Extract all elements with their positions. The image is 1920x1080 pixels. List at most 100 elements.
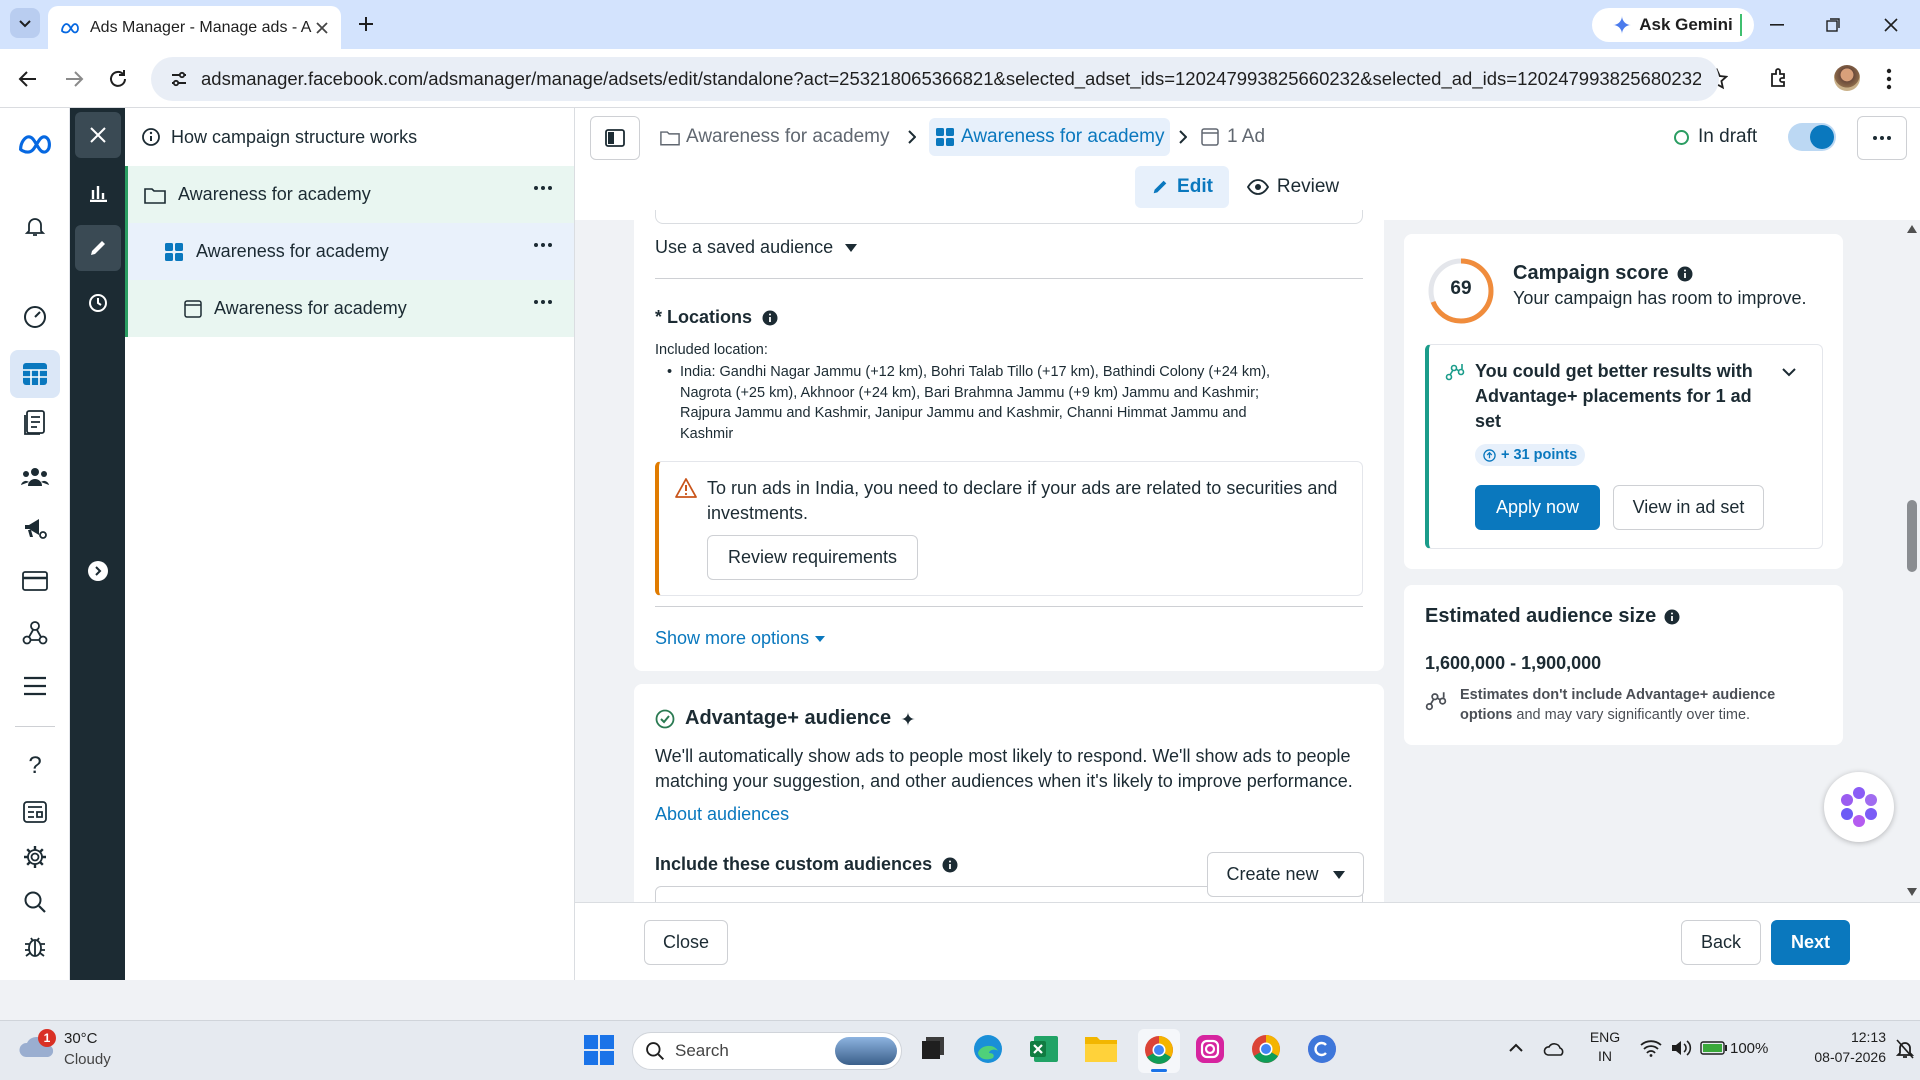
account-overview-button[interactable] (15, 297, 55, 337)
info-filled-icon[interactable] (762, 310, 778, 326)
back-button[interactable]: Back (1681, 920, 1761, 965)
charts-button[interactable] (75, 170, 121, 216)
breadcrumb-ad[interactable]: 1 Ad (1178, 126, 1265, 148)
scroll-down-icon[interactable] (1907, 888, 1917, 896)
chrome-profile-app[interactable] (1250, 1033, 1282, 1065)
news-button[interactable] (15, 792, 55, 832)
page-bottom-area (0, 980, 1920, 1020)
scroll-up-icon[interactable] (1907, 225, 1917, 233)
edge-app[interactable] (972, 1033, 1004, 1065)
meta-logo[interactable] (15, 124, 55, 164)
all-tools-button[interactable] (15, 666, 55, 706)
draft-toggle[interactable] (1788, 123, 1836, 151)
chrome-app-active[interactable] (1138, 1029, 1180, 1073)
report-problem-button[interactable] (15, 926, 55, 966)
advertising-settings-button[interactable] (15, 508, 55, 548)
task-view-button[interactable] (918, 1033, 950, 1065)
about-audiences-link[interactable]: About audiences (655, 804, 789, 825)
window-close-button[interactable] (1876, 12, 1906, 38)
address-bar[interactable]: adsmanager.facebook.com/adsmanager/manag… (151, 57, 1719, 101)
edit-mode-button[interactable] (75, 225, 121, 271)
wifi-icon[interactable] (1640, 1039, 1662, 1057)
weather-widget[interactable]: 1 (18, 1029, 58, 1067)
tab-search-button[interactable] (10, 8, 40, 38)
input-language[interactable]: ENG IN (1588, 1029, 1622, 1064)
file-explorer-app[interactable] (1084, 1033, 1118, 1063)
speaker-icon[interactable] (1670, 1038, 1692, 1058)
tree-item-adset[interactable]: Awareness for academy (125, 223, 574, 280)
edit-tab[interactable]: Edit (1135, 166, 1229, 208)
chevron-up-icon[interactable] (1508, 1043, 1524, 1053)
saved-audience-dropdown[interactable]: Use a saved audience (655, 237, 858, 258)
windows-taskbar: 1 30°C Cloudy Search ENG IN 100% 12:13 0… (0, 1020, 1920, 1080)
search-button[interactable] (15, 882, 55, 922)
maximize-button[interactable] (1818, 12, 1848, 38)
show-more-options[interactable]: Show more options (655, 628, 826, 649)
campaign-structure-help[interactable]: How campaign structure works (125, 108, 574, 166)
breadcrumb-campaign[interactable]: Awareness for academy (686, 126, 889, 148)
gemini-spark-icon (1613, 16, 1632, 34)
taskbar-search[interactable]: Search (632, 1032, 902, 1070)
events-manager-button[interactable] (15, 613, 55, 653)
site-info-icon[interactable] (169, 69, 189, 89)
notification-bell-icon[interactable] (1896, 1039, 1914, 1059)
settings-button[interactable] (15, 837, 55, 877)
breadcrumb-adset[interactable]: Awareness for academy (929, 118, 1171, 156)
restore-icon (1826, 18, 1840, 32)
back-arrow-icon[interactable] (18, 69, 38, 89)
battery-icon[interactable] (1700, 1040, 1728, 1056)
notifications-button[interactable] (15, 206, 55, 246)
view-in-ad-set-button[interactable]: View in ad set (1613, 485, 1764, 530)
chevron-down-icon (19, 20, 31, 28)
more-options-icon[interactable] (534, 186, 552, 190)
bullet: • (667, 364, 673, 380)
close-icon[interactable] (315, 21, 329, 35)
review-requirements-button[interactable]: Review requirements (707, 535, 918, 580)
ask-gemini-button[interactable]: Ask Gemini (1592, 8, 1754, 42)
campaigns-button[interactable] (10, 350, 60, 398)
start-button[interactable] (584, 1035, 614, 1065)
next-button[interactable]: Next (1771, 920, 1850, 965)
clock[interactable]: 12:13 08-07-2026 (1810, 1029, 1886, 1065)
extensions-icon[interactable] (1768, 67, 1790, 89)
more-actions-button[interactable] (1857, 116, 1907, 160)
ask-gemini-label: Ask Gemini (1639, 15, 1733, 34)
excel-app[interactable] (1028, 1033, 1060, 1065)
close-button[interactable]: Close (644, 920, 728, 965)
audiences-button[interactable] (15, 456, 55, 496)
chevron-right-icon (88, 561, 108, 581)
expand-panel-button[interactable] (75, 548, 121, 594)
info-filled-icon[interactable] (1664, 609, 1680, 625)
info-filled-icon[interactable] (942, 857, 958, 873)
tree-item-campaign[interactable]: Awareness for academy (125, 166, 574, 223)
minimize-button[interactable] (1762, 14, 1792, 36)
new-tab-button[interactable] (352, 10, 380, 38)
caret-down-icon (845, 243, 858, 252)
forward-arrow-icon[interactable] (64, 69, 84, 89)
ai-assistant-button[interactable] (1824, 772, 1894, 842)
more-options-icon[interactable] (534, 243, 552, 247)
billing-button[interactable] (15, 561, 55, 601)
tree-item-ad[interactable]: Awareness for academy (125, 280, 574, 337)
onedrive-cloud-icon[interactable] (1543, 1039, 1567, 1057)
canva-app[interactable] (1306, 1033, 1338, 1065)
apply-now-button[interactable]: Apply now (1475, 485, 1600, 530)
language-line1: ENG (1589, 1029, 1621, 1045)
instagram-app[interactable] (1194, 1033, 1226, 1065)
create-new-button[interactable]: Create new (1207, 852, 1364, 897)
toggle-panel-button[interactable] (590, 116, 640, 160)
reporting-button[interactable] (15, 403, 55, 443)
chevron-down-icon[interactable] (1781, 367, 1797, 377)
kebab-menu-icon[interactable] (1886, 68, 1892, 90)
more-options-icon[interactable] (534, 300, 552, 304)
history-button[interactable] (75, 280, 121, 326)
scrollbar[interactable] (1904, 220, 1920, 902)
info-filled-icon[interactable] (1677, 266, 1693, 282)
profile-avatar[interactable] (1834, 65, 1860, 91)
help-button[interactable]: ? (15, 746, 55, 786)
scrollbar-thumb[interactable] (1907, 500, 1917, 572)
browser-tab[interactable]: Ads Manager - Manage ads - A (48, 6, 341, 49)
close-editor-button[interactable] (75, 112, 121, 158)
review-tab[interactable]: Review (1243, 166, 1343, 208)
reload-icon[interactable] (108, 69, 128, 89)
